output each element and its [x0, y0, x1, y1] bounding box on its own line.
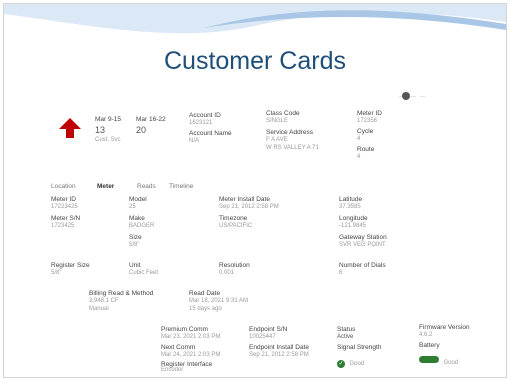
- size-label: Size: [129, 234, 142, 241]
- dials-label: Number of Dials: [339, 262, 386, 269]
- service-address-line1: F A AVE: [266, 137, 288, 143]
- read-date-ago: 15 days ago: [189, 306, 222, 312]
- premium-comm-value: Mar 23, 2021 2:03 PM: [161, 334, 221, 340]
- resolution-value: 0.001: [219, 270, 235, 276]
- firmware-value: 4.6.2: [419, 332, 433, 338]
- endpoint-install-label: Endpoint Install Date: [249, 344, 309, 351]
- arrow-up-icon: [59, 118, 81, 138]
- register-size-label: Register Size: [51, 262, 90, 269]
- meter-id-value: 17223425: [51, 204, 78, 210]
- billing-read-label: Billing Read & Method: [89, 290, 154, 297]
- summary-count-1: 13: [95, 125, 106, 135]
- endpoint-sn-value: 10025447: [249, 334, 276, 340]
- tab-timeline-label: Timeline: [169, 183, 194, 190]
- status-label: Status: [337, 326, 356, 333]
- service-address-line2: W RS VALLEY A 71: [266, 145, 319, 151]
- class-code-value: SINGLE: [266, 118, 289, 124]
- make-label: Make: [129, 215, 145, 222]
- account-name-label: Account Name: [189, 130, 232, 137]
- dials-value: 6: [339, 270, 343, 276]
- read-date-value: Mar 18, 2021 9:31 AM: [189, 298, 249, 304]
- summary-label-1: Mar 9-15: [95, 116, 122, 123]
- install-date-label: Meter Install Date: [219, 196, 270, 203]
- make-value: BADGER: [129, 223, 155, 229]
- register-size-value: 5/8": [51, 270, 62, 276]
- check-icon: ✓: [337, 360, 345, 368]
- register-interface-value: Encoder: [161, 367, 184, 373]
- battery-icon: [419, 356, 439, 364]
- meter-sn-value: 1723425: [51, 223, 75, 229]
- battery-label: Battery: [419, 342, 440, 349]
- cycle-label: Cycle: [357, 128, 374, 135]
- timezone-label: Timezone: [219, 215, 248, 222]
- model-value: 25: [129, 204, 136, 210]
- gateway-value: SVR VEG POINT: [339, 242, 386, 248]
- page-title: Customer Cards: [164, 47, 346, 75]
- menu-icon[interactable]: [402, 92, 410, 100]
- service-address-label: Service Address: [266, 129, 313, 136]
- summary-sub-1: Cust. Svc: [95, 137, 121, 143]
- route-label: Route: [357, 146, 375, 153]
- meter-id-top-value: 172356: [357, 118, 378, 124]
- summary-count-2: 20: [136, 125, 147, 135]
- battery-value: Good: [443, 360, 459, 366]
- unit-label: Unit: [129, 262, 141, 269]
- endpoint-sn-label: Endpoint S/N: [249, 326, 288, 333]
- account-id-value: 1623121: [189, 120, 213, 126]
- signal-strength-value: Good: [349, 361, 365, 367]
- cycle-value: 4: [357, 136, 361, 142]
- install-date-value: Sep 21, 2012 2:58 PM: [219, 204, 279, 210]
- customer-card: — — — Mar 9-15 13 Cust. Svc Mar 16-22 20…: [39, 88, 470, 373]
- tab-meter-label: Meter: [97, 183, 115, 190]
- longitude-value: -121.9845: [339, 223, 367, 229]
- longitude-label: Longitude: [339, 215, 368, 222]
- firmware-label: Firmware Version: [419, 324, 470, 331]
- model-label: Model: [129, 196, 147, 203]
- latitude-value: 37.3585: [339, 204, 361, 210]
- tab-reads-label: Reads: [137, 183, 156, 190]
- battery-indicator: Good: [419, 351, 458, 369]
- meter-id-top-label: Meter ID: [357, 110, 382, 117]
- summary-label-2: Mar 16-22: [136, 116, 166, 123]
- timezone-value: US/PACIFIC: [219, 223, 253, 229]
- latitude-label: Latitude: [339, 196, 363, 203]
- account-name-value: N/A: [189, 138, 200, 144]
- premium-comm-label: Premium Comm: [161, 326, 208, 333]
- tab-meter[interactable]: Meter: [97, 175, 114, 193]
- meter-id-label: Meter ID: [51, 196, 76, 203]
- status-value: Active: [337, 334, 354, 340]
- next-comm-value: Mar 24, 2021 2:03 PM: [161, 352, 221, 358]
- billing-read-method: Manual: [89, 306, 109, 312]
- unit-value: Cubic Feet: [129, 270, 159, 276]
- signal-strength-label: Signal Strength: [337, 344, 382, 351]
- read-date-label: Read Date: [189, 290, 221, 297]
- tab-reads[interactable]: Reads: [137, 175, 156, 193]
- endpoint-install-value: Sep 21, 2012 2:58 PM: [249, 352, 309, 358]
- billing-read-value: 3,948.1 CF: [89, 298, 119, 304]
- meter-sn-label: Meter S/N: [51, 215, 81, 222]
- signal-strength-indicator: ✓ Good: [337, 352, 364, 370]
- route-value: 4: [357, 154, 361, 160]
- gateway-label: Gateway Station: [339, 234, 387, 241]
- size-value: 5/8": [129, 242, 140, 248]
- next-comm-label: Next Comm: [161, 344, 196, 351]
- tab-location-label: Location: [51, 183, 76, 190]
- tab-location[interactable]: Location: [51, 175, 76, 193]
- tab-timeline[interactable]: Timeline: [169, 175, 193, 193]
- resolution-label: Resolution: [219, 262, 250, 269]
- slide: Customer Cards — — — Mar 9-15 13 Cust. S…: [3, 3, 507, 378]
- account-id-label: Account ID: [189, 112, 221, 119]
- class-code-label: Class Code: [266, 110, 300, 117]
